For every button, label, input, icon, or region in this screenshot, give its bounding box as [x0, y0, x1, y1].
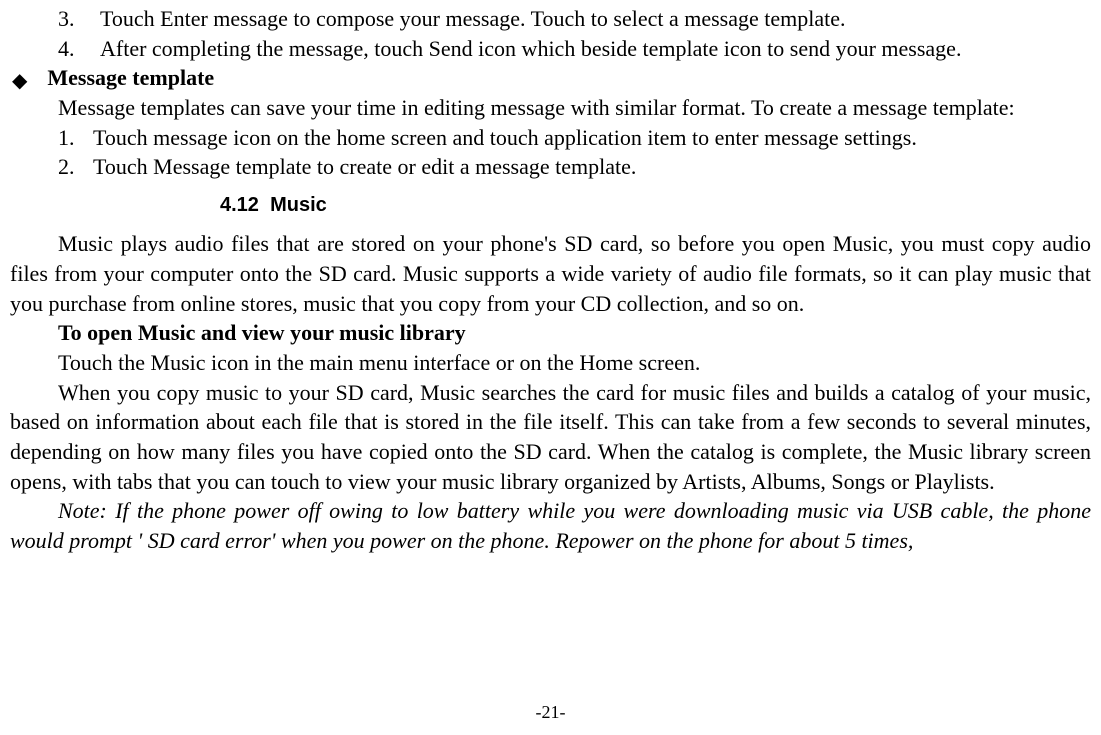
bullet-heading-row: ◆ Message template	[10, 63, 1091, 93]
section-heading: 4.12 Music	[10, 182, 1091, 229]
music-intro-paragraph: Music plays audio files that are stored …	[10, 229, 1091, 318]
list-text: Touch Message template to create or edit…	[93, 154, 636, 179]
list-text: Touch message icon on the home screen an…	[93, 125, 917, 150]
list-number: 1.	[58, 123, 93, 153]
music-note-paragraph: Note: If the phone power off owing to lo…	[10, 496, 1091, 555]
page-number-footer: -21-	[0, 700, 1101, 724]
document-page: 3.Touch Enter message to compose your me…	[0, 0, 1101, 724]
list-item-3: 3.Touch Enter message to compose your me…	[10, 4, 1091, 34]
list-number: 2.	[58, 152, 93, 182]
list-text: Touch Enter message to compose your mess…	[100, 6, 846, 31]
list-text: After completing the message, touch Send…	[100, 36, 961, 61]
message-template-heading: Message template	[47, 63, 214, 93]
list-item-4: 4.After completing the message, touch Se…	[10, 34, 1091, 64]
section-title: Music	[270, 194, 327, 216]
template-intro-paragraph: Message templates can save your time in …	[10, 93, 1091, 123]
template-list-item-2: 2.Touch Message template to create or ed…	[10, 152, 1091, 182]
music-line-1: Touch the Music icon in the main menu in…	[10, 348, 1091, 378]
list-number: 4.	[58, 34, 100, 64]
music-paragraph-2: When you copy music to your SD card, Mus…	[10, 378, 1091, 497]
diamond-icon: ◆	[12, 71, 27, 91]
section-number: 4.12	[220, 194, 259, 216]
music-sub-heading: To open Music and view your music librar…	[10, 318, 1091, 348]
template-list-item-1: 1.Touch message icon on the home screen …	[10, 123, 1091, 153]
list-number: 3.	[58, 4, 100, 34]
